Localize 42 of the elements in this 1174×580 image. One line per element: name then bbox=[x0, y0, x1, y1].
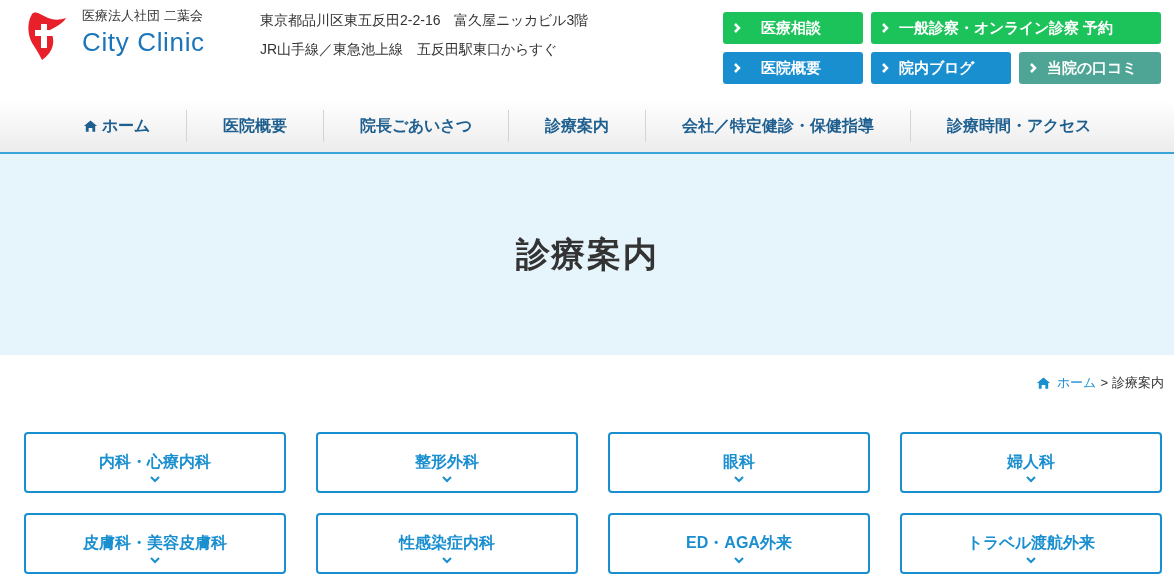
chevron-down-icon bbox=[442, 557, 452, 564]
home-icon bbox=[83, 119, 98, 133]
chevron-down-icon bbox=[734, 557, 744, 564]
chevron-down-icon bbox=[150, 476, 160, 483]
chevron-down-icon bbox=[150, 557, 160, 564]
chevron-down-icon bbox=[734, 476, 744, 483]
department-button[interactable]: 眼科 bbox=[608, 432, 870, 493]
logo-text: City Clinic bbox=[82, 26, 205, 59]
nav-link[interactable]: ホーム bbox=[47, 110, 186, 142]
nav-link[interactable]: 会社／特定健診・保健指導 bbox=[645, 110, 910, 142]
chevron-down-icon bbox=[1026, 557, 1036, 564]
header-link-button[interactable]: 医療相談 bbox=[723, 12, 863, 44]
chevron-right-icon bbox=[733, 62, 741, 74]
nav-link[interactable]: 院長ごあいさつ bbox=[323, 110, 508, 142]
chevron-right-icon bbox=[881, 22, 889, 34]
department-button[interactable]: 皮膚科・美容皮膚科 bbox=[24, 513, 286, 574]
access-text: JR山手線／東急池上線 五反田駅東口からすぐ bbox=[260, 40, 559, 59]
department-button[interactable]: 性感染症内科 bbox=[316, 513, 578, 574]
header-link-button[interactable]: 医院概要 bbox=[723, 52, 863, 84]
nav-link[interactable]: 医院概要 bbox=[186, 110, 323, 142]
header-link-button[interactable]: 一般診察・オンライン診察 予約 bbox=[871, 12, 1161, 44]
department-button[interactable]: トラベル渡航外来 bbox=[900, 513, 1162, 574]
breadcrumb-current: 診療案内 bbox=[1112, 374, 1164, 393]
chevron-down-icon bbox=[1026, 476, 1036, 483]
department-button[interactable]: 内科・心療内科 bbox=[24, 432, 286, 493]
chevron-right-icon bbox=[1029, 62, 1037, 74]
chevron-down-icon bbox=[442, 476, 452, 483]
header-link-button[interactable]: 院内ブログ bbox=[871, 52, 1011, 84]
nav-link[interactable]: 診療案内 bbox=[508, 110, 645, 142]
department-button[interactable]: ED・AGA外来 bbox=[608, 513, 870, 574]
organization-name: 医療法人社団 二葉会 bbox=[82, 8, 204, 24]
department-button[interactable]: 整形外科 bbox=[316, 432, 578, 493]
address-text: 東京都品川区東五反田2-2-16 富久屋ニッカビル3階 bbox=[260, 11, 590, 30]
breadcrumb-separator: > bbox=[1100, 374, 1108, 393]
department-button[interactable]: 婦人科 bbox=[900, 432, 1162, 493]
chevron-right-icon bbox=[881, 62, 889, 74]
chevron-right-icon bbox=[733, 22, 741, 34]
home-icon bbox=[1036, 376, 1052, 390]
header-link-button[interactable]: 当院の口コミ bbox=[1019, 52, 1161, 84]
page-title: 診療案内 bbox=[515, 234, 659, 275]
breadcrumb-home-link[interactable]: ホーム bbox=[1036, 373, 1097, 393]
nav-link[interactable]: 診療時間・アクセス bbox=[910, 110, 1127, 142]
